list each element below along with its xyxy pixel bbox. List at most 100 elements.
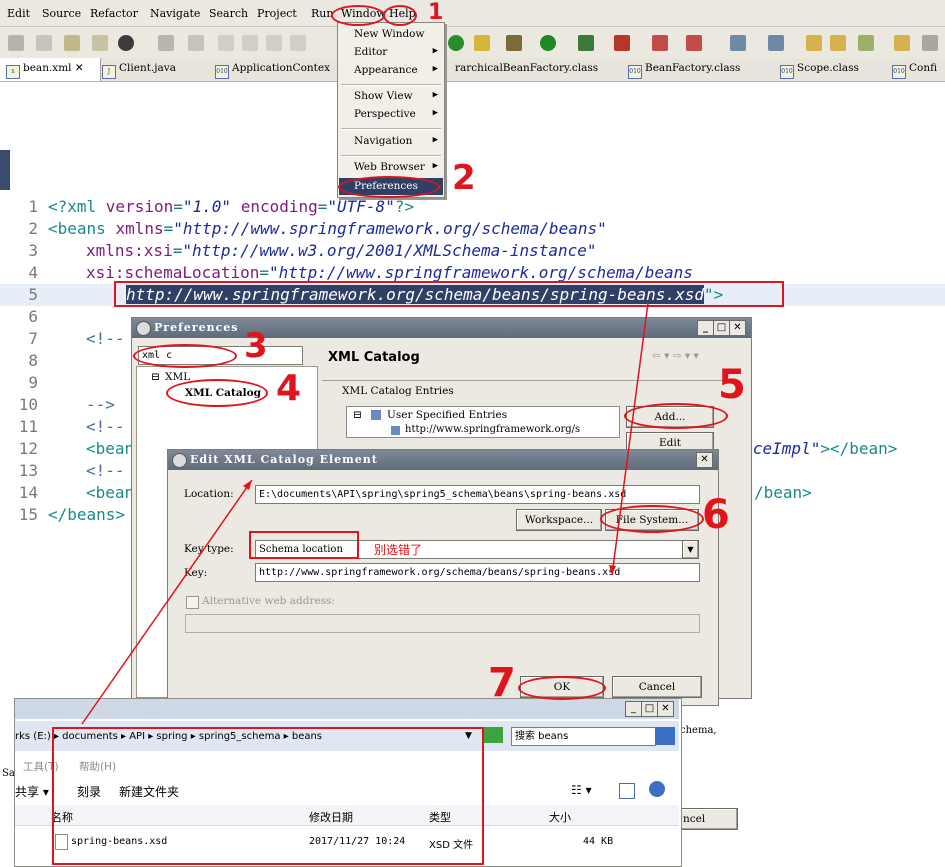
tab-client-java[interactable]: J Client.java xyxy=(102,62,176,79)
spring-icon[interactable] xyxy=(448,35,464,51)
tab-bean-xml[interactable]: x bean.xml ✕ xyxy=(6,62,84,79)
annotation-explorer-box xyxy=(52,727,484,865)
tab-label: Client.java xyxy=(119,62,176,74)
chevron-down-icon[interactable]: ▼ xyxy=(682,540,699,559)
location-label: Location: xyxy=(184,488,234,500)
console-icon[interactable] xyxy=(158,35,174,51)
menu-run[interactable]: Run xyxy=(311,7,333,20)
terminate-icon[interactable] xyxy=(266,35,282,51)
stop-server-icon[interactable] xyxy=(652,35,668,51)
print-icon[interactable] xyxy=(64,35,80,51)
search-input[interactable]: 搜索 beans xyxy=(511,727,656,746)
tab-label: Confi xyxy=(909,62,938,74)
tab-applicationcontext[interactable]: 010 ApplicationContex xyxy=(215,62,330,79)
code-line-13: <!-- xyxy=(86,461,125,480)
refresh-icon[interactable] xyxy=(483,727,503,743)
menu-refactor[interactable]: Refactor xyxy=(90,7,138,20)
deploy-icon[interactable] xyxy=(686,35,702,51)
tab-beanfactory[interactable]: 010 BeanFactory.class xyxy=(628,62,740,79)
menu-editor[interactable]: Editor xyxy=(354,46,387,58)
class-file-icon: 010 xyxy=(892,65,906,79)
tab-scope[interactable]: 010 Scope.class xyxy=(780,62,859,79)
suspend-icon[interactable] xyxy=(242,35,258,51)
menu-project[interactable]: Project xyxy=(257,7,297,20)
tasks-icon[interactable] xyxy=(474,35,490,51)
next-annotation-icon[interactable] xyxy=(922,35,938,51)
open-folder-icon[interactable] xyxy=(830,35,846,51)
nav-arrows-icon[interactable]: ⇦ ▾ ⇨ ▾ ▾ xyxy=(652,350,699,362)
close-icon[interactable]: ✕ xyxy=(75,62,84,74)
skip-icon[interactable] xyxy=(188,35,204,51)
cancel-button[interactable]: Cancel xyxy=(612,676,702,698)
code-line-1: <?xml version="1.0" encoding="UTF-8"?> xyxy=(48,197,415,216)
menu-new-window[interactable]: New Window xyxy=(354,28,425,40)
menu-search[interactable]: Search xyxy=(209,7,248,20)
entry-user-specified[interactable]: User Specified Entries xyxy=(387,409,507,421)
menu-show-view[interactable]: Show View xyxy=(354,90,413,102)
close-button[interactable]: ✕ xyxy=(696,452,713,468)
tab-config[interactable]: 010 Confi xyxy=(892,62,937,79)
annotation-number: 2 xyxy=(452,158,476,198)
minimize-button[interactable]: _ xyxy=(625,701,642,717)
share-button[interactable]: 共享 ▾ xyxy=(15,783,49,800)
open-type-icon[interactable] xyxy=(806,35,822,51)
menu-edit[interactable]: Edit xyxy=(7,7,30,20)
menu-navigate[interactable]: Navigate xyxy=(150,7,200,20)
catalog-entries-group: XML Catalog Entries xyxy=(342,385,454,397)
save-icon[interactable] xyxy=(8,35,24,51)
minimize-button[interactable]: _ xyxy=(697,320,714,336)
tree-expand-icon[interactable]: ⊟ xyxy=(151,371,160,383)
new-class-icon[interactable] xyxy=(768,35,784,51)
close-button[interactable]: ✕ xyxy=(657,701,674,717)
catalog-entries-tree[interactable]: ⊟ User Specified Entries http://www.spri… xyxy=(346,406,620,438)
location-input[interactable]: E:\documents\API\spring\spring5_schema\b… xyxy=(255,485,700,504)
search-tool-icon[interactable] xyxy=(858,35,874,51)
annotation-icon[interactable] xyxy=(894,35,910,51)
preferences-cancel-button[interactable]: ncel xyxy=(680,808,738,830)
tab-label: BeanFactory.class xyxy=(645,62,741,74)
column-size[interactable]: 大小 xyxy=(549,809,571,825)
preview-pane-icon[interactable] xyxy=(619,783,635,799)
step-icon[interactable] xyxy=(290,35,306,51)
highlight-box-schema-url xyxy=(114,281,784,307)
menu-separator xyxy=(341,84,441,86)
line-number: 9 xyxy=(28,373,38,392)
view-icon[interactable]: ☷ ▾ xyxy=(571,783,592,797)
code-line-11: <!-- xyxy=(86,417,125,436)
menu-perspective[interactable]: Perspective xyxy=(354,108,416,120)
menu-source[interactable]: Source xyxy=(42,7,81,20)
save-all-icon[interactable] xyxy=(36,35,52,51)
new-icon[interactable] xyxy=(92,35,108,51)
run-icon[interactable] xyxy=(540,35,556,51)
maximize-button[interactable]: □ xyxy=(713,320,730,336)
coverage-icon[interactable] xyxy=(578,35,594,51)
alternative-checkbox[interactable] xyxy=(186,596,199,609)
menu-bar: Edit Source Refactor Navigate Search Pro… xyxy=(0,0,945,27)
submenu-arrow-icon: ▶ xyxy=(432,135,438,145)
menu-web-browser[interactable]: Web Browser xyxy=(354,161,425,173)
tree-expand-icon[interactable]: ⊟ xyxy=(353,409,362,421)
search-icon[interactable] xyxy=(655,727,675,745)
preferences-titlebar: Preferences _ □ ✕ xyxy=(132,318,751,338)
file-size: 44 KB xyxy=(583,836,614,847)
line-number: 11 xyxy=(18,417,38,436)
entry-spring-beans[interactable]: http://www.springframework.org/s xyxy=(405,424,580,435)
annotation-add-ellipse xyxy=(624,403,728,429)
submenu-arrow-icon: ▶ xyxy=(432,90,438,100)
page-title: XML Catalog xyxy=(328,350,420,365)
help-icon[interactable] xyxy=(649,781,665,797)
new-server-icon[interactable] xyxy=(730,35,746,51)
debug-bug-icon[interactable] xyxy=(506,35,522,51)
menu-navigation[interactable]: Navigation xyxy=(354,135,412,147)
annotation-help-ellipse xyxy=(383,5,417,26)
debug-icon[interactable] xyxy=(118,35,134,51)
tab-label: Scope.class xyxy=(797,62,859,74)
tab-hierarchicalbeanfactory[interactable]: rarchicalBeanFactory.class xyxy=(455,62,598,74)
menu-appearance[interactable]: Appearance xyxy=(354,64,418,76)
maximize-button[interactable]: □ xyxy=(641,701,658,717)
external-tools-icon[interactable] xyxy=(614,35,630,51)
workspace-button[interactable]: Workspace... xyxy=(516,509,602,531)
close-button[interactable]: ✕ xyxy=(729,320,746,336)
resume-icon[interactable] xyxy=(218,35,234,51)
key-input[interactable]: http://www.springframework.org/schema/be… xyxy=(255,563,700,582)
